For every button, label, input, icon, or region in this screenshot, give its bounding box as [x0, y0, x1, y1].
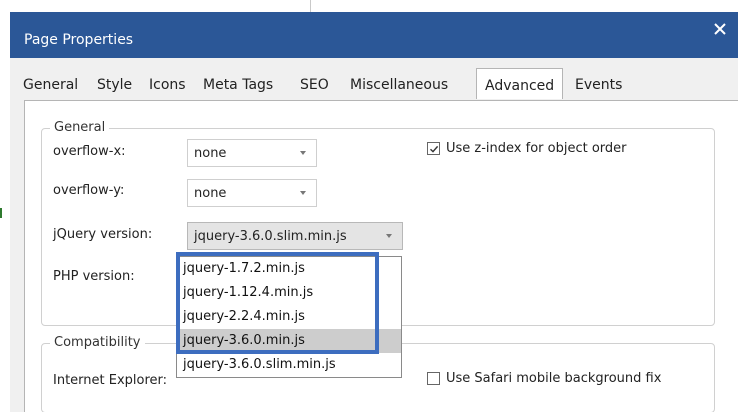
chevron-down-icon [300, 151, 306, 155]
overflow-x-label: overflow-x: [53, 144, 126, 159]
overflow-y-select[interactable]: none [187, 179, 317, 207]
tab-miscellaneous[interactable]: Miscellaneous [350, 70, 448, 98]
dropdown-option[interactable]: jquery-1.12.4.min.js [177, 281, 401, 305]
dropdown-option[interactable]: jquery-2.2.4.min.js [177, 305, 401, 329]
chevron-down-icon [386, 234, 392, 238]
overflow-x-select[interactable]: none [187, 139, 317, 167]
background-window [0, 0, 738, 12]
dropdown-option-highlighted[interactable]: jquery-3.6.0.min.js [177, 329, 401, 353]
title-bar: Page Properties [10, 12, 738, 58]
tab-style[interactable]: Style [97, 70, 132, 98]
close-button[interactable] [706, 16, 734, 42]
zindex-checkbox[interactable]: Use z-index for object order [427, 141, 627, 156]
zindex-checkbox-label: Use z-index for object order [446, 141, 627, 156]
tab-events[interactable]: Events [575, 70, 622, 98]
jquery-version-dropdown: jquery-1.7.2.min.js jquery-1.12.4.min.js… [176, 256, 402, 378]
dialog-title: Page Properties [24, 32, 134, 48]
php-version-label: PHP version: [53, 269, 135, 284]
background-marker [0, 208, 2, 218]
checkbox-box [427, 142, 440, 155]
dropdown-option[interactable]: jquery-3.6.0.slim.min.js [177, 353, 401, 377]
tab-seo[interactable]: SEO [300, 70, 329, 98]
chevron-down-icon [300, 191, 306, 195]
overflow-x-value: none [194, 146, 227, 161]
tab-meta-tags[interactable]: Meta Tags [203, 70, 273, 98]
checkbox-box [427, 372, 440, 385]
dropdown-option[interactable]: jquery-1.7.2.min.js [177, 257, 401, 281]
general-legend: General [50, 120, 110, 135]
tab-advanced[interactable]: Advanced [476, 68, 564, 99]
compatibility-legend: Compatibility [50, 335, 145, 350]
jquery-version-select[interactable]: jquery-3.6.0.slim.min.js [187, 222, 403, 250]
internet-explorer-label: Internet Explorer: [53, 373, 168, 388]
tab-icons[interactable]: Icons [149, 70, 186, 98]
close-icon [714, 23, 726, 35]
tab-general[interactable]: General [23, 70, 78, 98]
jquery-version-value: jquery-3.6.0.slim.min.js [194, 229, 347, 244]
jquery-version-label: jQuery version: [53, 227, 153, 242]
overflow-y-label: overflow-y: [53, 183, 125, 198]
checkmark-icon [429, 145, 438, 153]
background-divider [310, 0, 311, 12]
safari-fix-checkbox-label: Use Safari mobile background fix [446, 371, 662, 386]
tab-strip: General Style Icons Meta Tags SEO Miscel… [10, 68, 738, 100]
overflow-y-value: none [194, 186, 227, 201]
safari-fix-checkbox[interactable]: Use Safari mobile background fix [427, 371, 661, 386]
